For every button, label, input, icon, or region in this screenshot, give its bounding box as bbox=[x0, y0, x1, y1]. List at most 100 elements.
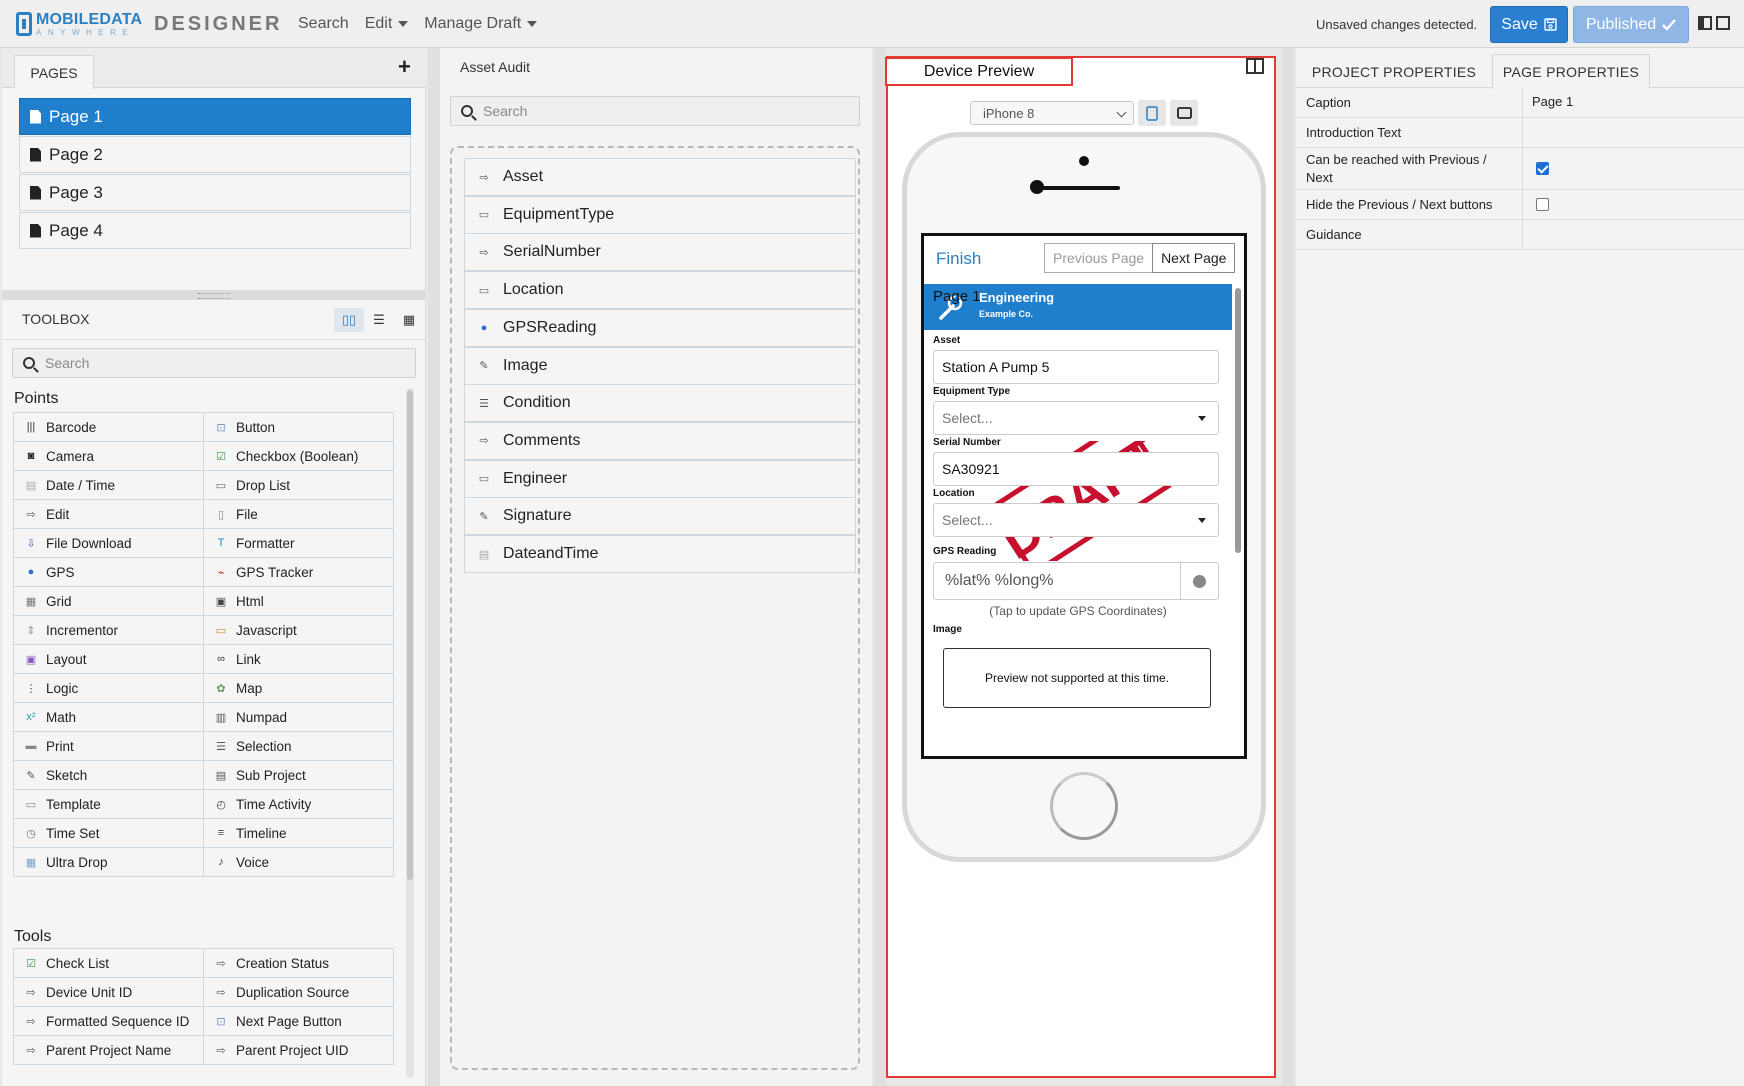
toolbox-item[interactable]: ⊡ Next Page Button bbox=[203, 1006, 394, 1036]
asset-input[interactable]: Station A Pump 5 bbox=[933, 350, 1219, 384]
toolbox-item[interactable]: ● GPS bbox=[13, 557, 204, 587]
toolbox-scrollbar-thumb[interactable] bbox=[407, 390, 413, 880]
nav-search[interactable]: Search bbox=[298, 15, 349, 33]
screen-scrollbar[interactable] bbox=[1235, 288, 1241, 553]
form-field-item[interactable]: ☰ Condition bbox=[464, 384, 856, 423]
form-field-item[interactable]: ● GPSReading bbox=[464, 308, 856, 347]
equipment-type-select[interactable]: Select... bbox=[933, 401, 1219, 435]
app-logo[interactable]: MOBILEDATA ANYWHERE bbox=[16, 8, 142, 40]
toolbox-item[interactable]: ⇨ Creation Status bbox=[203, 948, 394, 978]
hide-previous-next-checkbox[interactable] bbox=[1536, 198, 1549, 211]
layout-full-icon[interactable] bbox=[1716, 16, 1730, 30]
toolbox-item[interactable]: ♪ Voice bbox=[203, 847, 394, 877]
save-button[interactable]: Save bbox=[1490, 6, 1568, 43]
property-row-guidance[interactable]: Guidance bbox=[1296, 220, 1744, 250]
toolbox-item[interactable]: ⇨ Parent Project UID bbox=[203, 1035, 394, 1065]
finish-link[interactable]: Finish bbox=[936, 249, 981, 269]
form-field-item[interactable]: ▭ EquipmentType bbox=[464, 195, 856, 234]
toolbox-item[interactable]: ⇩ File Download bbox=[13, 528, 204, 558]
gps-reading-input[interactable]: %lat% %long% bbox=[933, 562, 1219, 600]
toolbox-item[interactable]: ▣ Html bbox=[203, 586, 394, 616]
toolbox-item[interactable]: ☰ Selection bbox=[203, 731, 394, 761]
toolbox-item[interactable]: ∞ Link bbox=[203, 644, 394, 674]
previous-page-button[interactable]: Previous Page bbox=[1044, 243, 1154, 273]
view-columns-icon[interactable]: ▯▯ bbox=[334, 308, 364, 332]
toolbox-item[interactable]: ▤ Date / Time bbox=[13, 470, 204, 500]
toolbox-item[interactable]: ☑ Check List bbox=[13, 948, 204, 978]
toolbox-item[interactable]: ▥ Numpad bbox=[203, 702, 394, 732]
form-field-item[interactable]: ⇨ SerialNumber bbox=[464, 233, 856, 272]
form-field-item[interactable]: ⇨ Asset bbox=[464, 158, 856, 196]
published-button[interactable]: Published bbox=[1573, 6, 1689, 43]
fields-search-input[interactable]: Search bbox=[450, 96, 860, 126]
toolbox-item[interactable]: ⇨ Device Unit ID bbox=[13, 977, 204, 1007]
toolbox-item[interactable]: ▤ Sub Project bbox=[203, 760, 394, 790]
view-list-icon[interactable]: ☰ bbox=[364, 308, 394, 332]
toolbox-item[interactable]: ||| Barcode bbox=[13, 412, 204, 442]
toolbox-item[interactable]: ⇨ Duplication Source bbox=[203, 977, 394, 1007]
toolbox-item[interactable]: ⇨ Parent Project Name bbox=[13, 1035, 204, 1065]
toolbox-item[interactable]: ▬ Print bbox=[13, 731, 204, 761]
page-item[interactable]: Page 2 bbox=[19, 136, 411, 173]
property-row-introduction-text[interactable]: Introduction Text bbox=[1296, 118, 1744, 148]
property-row-caption[interactable]: Caption Page 1 bbox=[1296, 88, 1744, 118]
form-field-item[interactable]: ▤ DateandTime bbox=[464, 535, 856, 573]
tab-device-preview[interactable]: Device Preview bbox=[885, 57, 1073, 86]
toolbox-item[interactable]: ☑ Checkbox (Boolean) bbox=[203, 441, 394, 471]
toolbox-item[interactable]: ⇕ Incrementor bbox=[13, 615, 204, 645]
toolbox-item[interactable]: ▦ Grid bbox=[13, 586, 204, 616]
reach-previous-next-checkbox[interactable] bbox=[1536, 162, 1549, 175]
view-tiles-icon[interactable]: ▦ bbox=[394, 308, 424, 332]
toolbox-item[interactable]: ◷ Time Set bbox=[13, 818, 204, 848]
toolbox-item[interactable]: ≡ Timeline bbox=[203, 818, 394, 848]
portrait-button[interactable] bbox=[1138, 100, 1166, 126]
page-item[interactable]: Page 3 bbox=[19, 174, 411, 211]
next-page-button[interactable]: Next Page bbox=[1152, 243, 1236, 273]
toolbox-item[interactable]: ▯ File bbox=[203, 499, 394, 529]
toolbox-item[interactable]: ▦ Ultra Drop bbox=[13, 847, 204, 877]
property-row-reach-previous-next[interactable]: Can be reached with Previous / Next bbox=[1296, 148, 1744, 190]
toolbox-item[interactable]: T Formatter bbox=[203, 528, 394, 558]
panel-resize-handle[interactable] bbox=[2, 290, 426, 300]
tab-project-properties[interactable]: PROJECT PROPERTIES bbox=[1296, 54, 1492, 89]
gps-refresh-button[interactable] bbox=[1180, 563, 1218, 599]
vertical-splitter[interactable] bbox=[1282, 48, 1294, 1086]
layout-toggle[interactable] bbox=[1698, 16, 1730, 30]
toolbox-item[interactable]: x² Math bbox=[13, 702, 204, 732]
toolbox-item[interactable]: ⌁ GPS Tracker bbox=[203, 557, 394, 587]
property-value[interactable]: Page 1 bbox=[1532, 94, 1573, 109]
layout-left-icon[interactable] bbox=[1698, 16, 1712, 30]
toolbox-item[interactable]: ▭ Drop List bbox=[203, 470, 394, 500]
nav-edit-menu[interactable]: Edit bbox=[365, 15, 409, 33]
toolbox-item[interactable]: ⇨ Formatted Sequence ID bbox=[13, 1006, 204, 1036]
add-page-plus-icon[interactable]: + bbox=[398, 54, 411, 80]
property-row-hide-previous-next[interactable]: Hide the Previous / Next buttons bbox=[1296, 190, 1744, 220]
page-item[interactable]: Page 4 bbox=[19, 212, 411, 249]
form-field-item[interactable]: ✎ Image bbox=[464, 346, 856, 385]
toolbox-item[interactable]: ✿ Map bbox=[203, 673, 394, 703]
form-field-item[interactable]: ⇨ Comments bbox=[464, 421, 856, 460]
nav-manage-draft-menu[interactable]: Manage Draft bbox=[424, 15, 538, 33]
toolbox-item[interactable]: ▣ Layout bbox=[13, 644, 204, 674]
toolbox-item[interactable]: ▭ Template bbox=[13, 789, 204, 819]
split-view-icon[interactable] bbox=[1246, 58, 1264, 74]
toolbox-item[interactable]: ⇨ Edit bbox=[13, 499, 204, 529]
form-field-item[interactable]: ▭ Engineer bbox=[464, 459, 856, 498]
toolbox-item[interactable]: ⋮ Logic bbox=[13, 673, 204, 703]
page-item[interactable]: Page 1 bbox=[19, 98, 411, 135]
toolbox-item[interactable]: ◴ Time Activity bbox=[203, 789, 394, 819]
form-field-item[interactable]: ▭ Location bbox=[464, 271, 856, 310]
serial-number-input[interactable]: SA30921 bbox=[933, 452, 1219, 486]
vertical-splitter[interactable] bbox=[874, 48, 886, 1086]
location-select[interactable]: Select... bbox=[933, 503, 1219, 537]
vertical-splitter[interactable] bbox=[428, 48, 440, 1086]
landscape-button[interactable] bbox=[1170, 100, 1198, 126]
tab-page-properties[interactable]: PAGE PROPERTIES bbox=[1492, 54, 1650, 89]
toolbox-item[interactable]: ▭ Javascript bbox=[203, 615, 394, 645]
form-field-item[interactable]: ✎ Signature bbox=[464, 497, 856, 536]
toolbox-search-input[interactable]: Search bbox=[12, 348, 416, 378]
field-drop-zone[interactable]: ⇨ Asset ▭ EquipmentType ⇨ SerialNumber ▭ Locati… bbox=[450, 146, 860, 1070]
toolbox-item[interactable]: ◙ Camera bbox=[13, 441, 204, 471]
toolbox-item[interactable]: ✎ Sketch bbox=[13, 760, 204, 790]
toolbox-item[interactable]: ⊡ Button bbox=[203, 412, 394, 442]
